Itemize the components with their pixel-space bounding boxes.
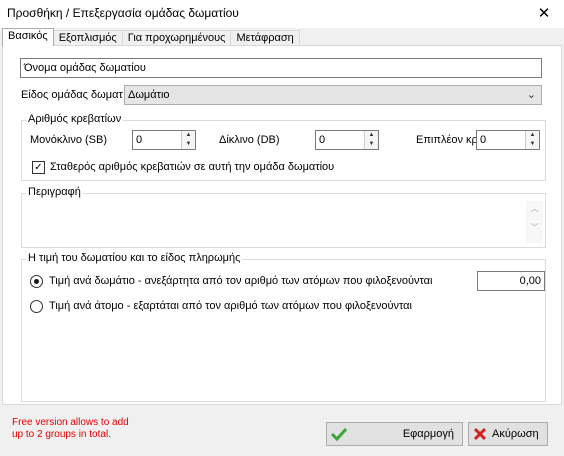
close-icon[interactable]: ✕ (524, 0, 564, 26)
pricing-legend: Η τιμή του δωματίου και το είδος πληρωμή… (26, 252, 243, 264)
double-beds-input[interactable]: 0 ▲ ▼ (315, 130, 379, 150)
double-beds-spinner[interactable]: ▲ ▼ (364, 131, 378, 149)
tab-basic[interactable]: Βασικός (2, 28, 54, 46)
price-input[interactable]: 0,00 (477, 271, 545, 291)
room-group-type-select[interactable]: Δωμάτιο ⌄ (124, 85, 542, 105)
scroll-down-icon[interactable]: ﹀ (526, 222, 543, 233)
dialog-body: Βασικός Εξοπλισμός Για προχωρημένους Μετ… (0, 28, 564, 456)
title-bar: Προσθήκη / Επεξεργασία ομάδας δωματίου ✕ (0, 0, 564, 28)
checkmark-icon (331, 427, 347, 441)
single-beds-label: Μονόκλινο (SB) (30, 134, 108, 146)
double-beds-value: 0 (319, 134, 326, 146)
fixed-beds-label: Σταθερός αριθμός κρεβατιών σε αυτή την ο… (50, 161, 335, 173)
tab-equipment[interactable]: Εξοπλισμός (52, 30, 123, 46)
single-beds-input[interactable]: 0 ▲ ▼ (132, 130, 196, 150)
tab-strip: Βασικός Εξοπλισμός Για προχωρημένους Μετ… (2, 28, 300, 46)
extra-beds-label: Επιπλέον κρε (416, 134, 483, 146)
note-line-2: up to 2 groups in total. (12, 429, 111, 440)
description-group: Περιγραφή ︿ ﹀ (21, 186, 546, 248)
extra-beds-value: 0 (480, 134, 487, 146)
single-beds-value: 0 (136, 134, 143, 146)
scroll-up-icon[interactable]: ︿ (526, 203, 543, 214)
cross-icon (473, 427, 487, 441)
double-beds-label: Δίκλινο (DB) (219, 134, 280, 146)
price-per-person-label: Τιμή ανά άτομο - εξαρτάται από τον αριθμ… (49, 300, 412, 312)
pricing-group: Η τιμή του δωματίου και το είδος πληρωμή… (21, 252, 546, 402)
window-title: Προσθήκη / Επεξεργασία ομάδας δωματίου (7, 6, 239, 20)
description-legend: Περιγραφή (26, 186, 83, 198)
tab-panel-basic: Όνομα ομάδας δωματίου Είδος ομάδας δωματ… (2, 45, 562, 405)
cancel-button[interactable]: Ακύρωση (468, 422, 548, 446)
beds-group: Αριθμός κρεβατίων Μονόκλινο (SB) 0 ▲ ▼ Δί… (21, 113, 546, 181)
free-version-note: Free version allows to add up to 2 group… (12, 417, 129, 441)
note-line-1: Free version allows to add (12, 417, 129, 428)
room-group-type-value: Δωμάτιο (128, 89, 170, 101)
fixed-beds-checkbox[interactable]: ✓ (32, 161, 45, 174)
tab-advanced[interactable]: Για προχωρημένους (121, 30, 232, 46)
room-group-name-input[interactable]: Όνομα ομάδας δωματίου (20, 58, 542, 78)
apply-label: Εφαρμογή (402, 428, 454, 440)
apply-button[interactable]: Εφαρμογή (326, 422, 463, 446)
room-group-type-label: Είδος ομάδας δωματ (21, 89, 123, 101)
single-beds-spinner[interactable]: ▲ ▼ (181, 131, 195, 149)
price-per-room-label: Τιμή ανά δωμάτιο - ανεξάρτητα από τον αρ… (49, 275, 433, 287)
extra-beds-input[interactable]: 0 ▲ ▼ (476, 130, 540, 150)
price-per-room-radio[interactable] (30, 275, 43, 288)
extra-beds-spinner[interactable]: ▲ ▼ (525, 131, 539, 149)
cancel-label: Ακύρωση (492, 428, 539, 440)
beds-legend: Αριθμός κρεβατίων (26, 113, 124, 125)
chevron-down-icon: ⌄ (526, 89, 536, 101)
description-scrollbar[interactable]: ︿ ﹀ (526, 201, 543, 243)
tab-translation[interactable]: Μετάφραση (230, 30, 300, 46)
price-per-person-radio[interactable] (30, 300, 43, 313)
